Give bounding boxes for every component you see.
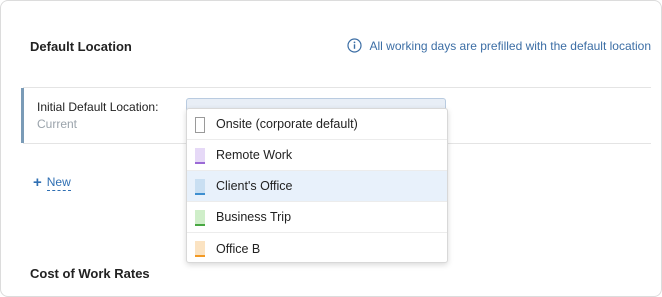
initial-default-location-label: Initial Default Location: xyxy=(37,100,159,114)
info-icon xyxy=(346,38,362,53)
location-color-swatch xyxy=(195,179,205,195)
option-label: Business Trip xyxy=(216,210,292,224)
option-label: Office B xyxy=(216,241,261,256)
dropdown-option-business-trip[interactable]: Business Trip xyxy=(187,202,447,233)
info-note-text: All working days are prefilled with the … xyxy=(369,38,651,53)
info-note: All working days are prefilled with the … xyxy=(346,38,651,53)
cost-of-work-rates-title: Cost of Work Rates xyxy=(30,266,150,281)
location-color-swatch xyxy=(195,117,205,133)
location-dropdown: Onsite (corporate default) Remote Work C… xyxy=(186,108,448,263)
location-color-swatch xyxy=(195,148,205,164)
dropdown-option-remote-work[interactable]: Remote Work xyxy=(187,140,447,171)
new-link-label[interactable]: New xyxy=(46,175,71,191)
dropdown-option-onsite[interactable]: Onsite (corporate default) xyxy=(187,109,447,140)
dropdown-option-office-b[interactable]: Office B xyxy=(187,233,447,264)
default-location-title: Default Location xyxy=(30,39,132,54)
option-label: Client's Office xyxy=(216,179,293,193)
location-color-swatch xyxy=(195,210,205,226)
row-accent-bar xyxy=(21,88,24,143)
option-label: Remote Work xyxy=(216,148,293,162)
location-color-swatch xyxy=(195,241,205,257)
current-sublabel: Current xyxy=(37,117,78,131)
plus-icon: + xyxy=(33,174,42,191)
option-label: Onsite (corporate default) xyxy=(216,117,358,131)
dropdown-option-clients-office[interactable]: Client's Office xyxy=(187,171,447,202)
new-location-link[interactable]: + New xyxy=(33,175,71,191)
